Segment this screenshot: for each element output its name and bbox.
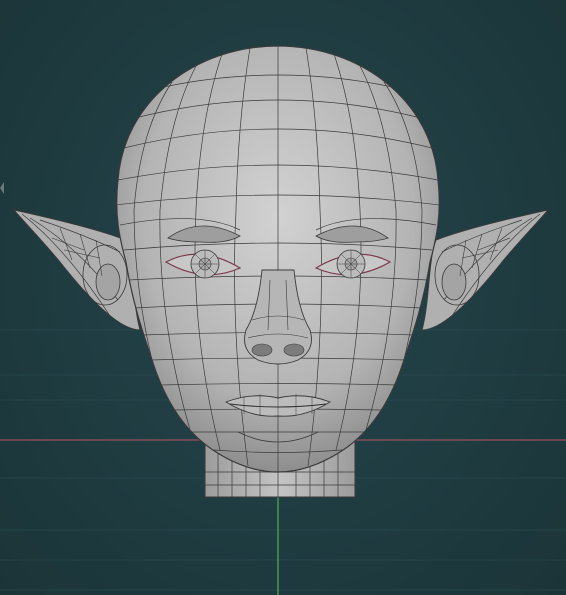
right-ear <box>421 209 550 331</box>
head-mesh[interactable] <box>12 40 550 498</box>
viewport-edge-marker <box>0 182 4 194</box>
3d-viewport[interactable] <box>0 0 566 595</box>
viewport-canvas[interactable] <box>0 0 566 595</box>
